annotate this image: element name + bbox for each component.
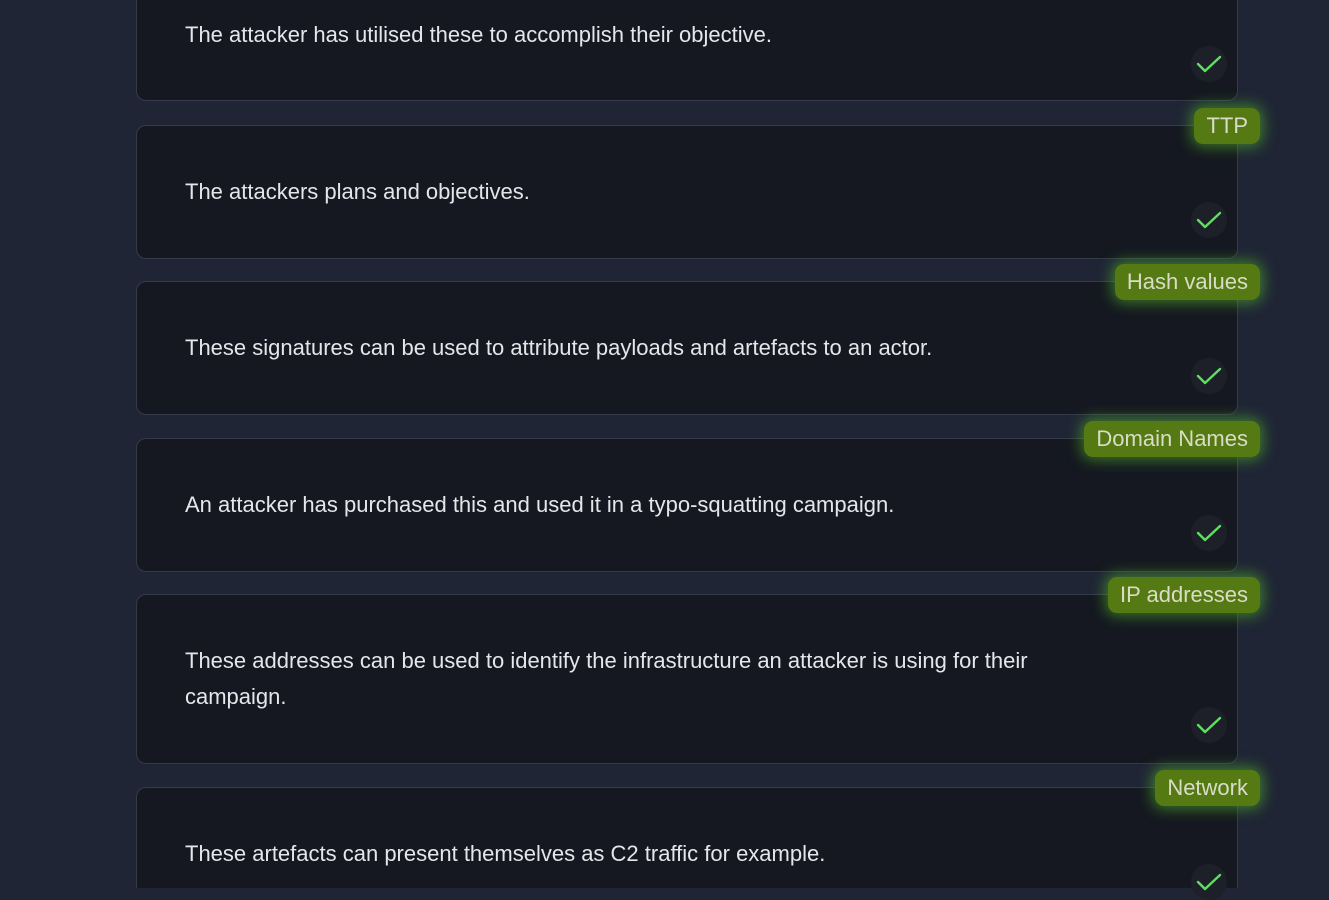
card-text: These artefacts can present themselves a… (185, 841, 826, 866)
answer-tag[interactable]: Domain Names (1084, 421, 1260, 457)
card-text: These signatures can be used to attribut… (185, 335, 933, 360)
card-text: The attackers plans and objectives. (185, 179, 530, 204)
answer-tag[interactable]: Network (1155, 770, 1260, 806)
answer-card: An attacker has purchased this and used … (136, 438, 1238, 572)
checkmark-icon (1191, 515, 1227, 551)
card-text: These addresses can be used to identify … (185, 648, 1028, 709)
card-text: An attacker has purchased this and used … (185, 492, 895, 517)
checkmark-icon (1191, 46, 1227, 82)
answer-tag[interactable]: TTP (1194, 108, 1260, 144)
answer-card: These addresses can be used to identify … (136, 594, 1238, 764)
answer-card: The attackers plans and objectives. (136, 125, 1238, 259)
checkmark-icon (1191, 358, 1227, 394)
answer-card: These signatures can be used to attribut… (136, 281, 1238, 415)
checkmark-icon (1191, 202, 1227, 238)
answer-tag[interactable]: Hash values (1114, 264, 1260, 300)
answer-tag[interactable]: IP addresses (1107, 577, 1260, 613)
answer-card: The attacker has utilised these to accom… (136, 0, 1238, 101)
checkmark-icon (1191, 864, 1227, 900)
card-text: The attacker has utilised these to accom… (185, 22, 772, 47)
answer-card: These artefacts can present themselves a… (136, 787, 1238, 900)
checkmark-icon (1191, 707, 1227, 743)
